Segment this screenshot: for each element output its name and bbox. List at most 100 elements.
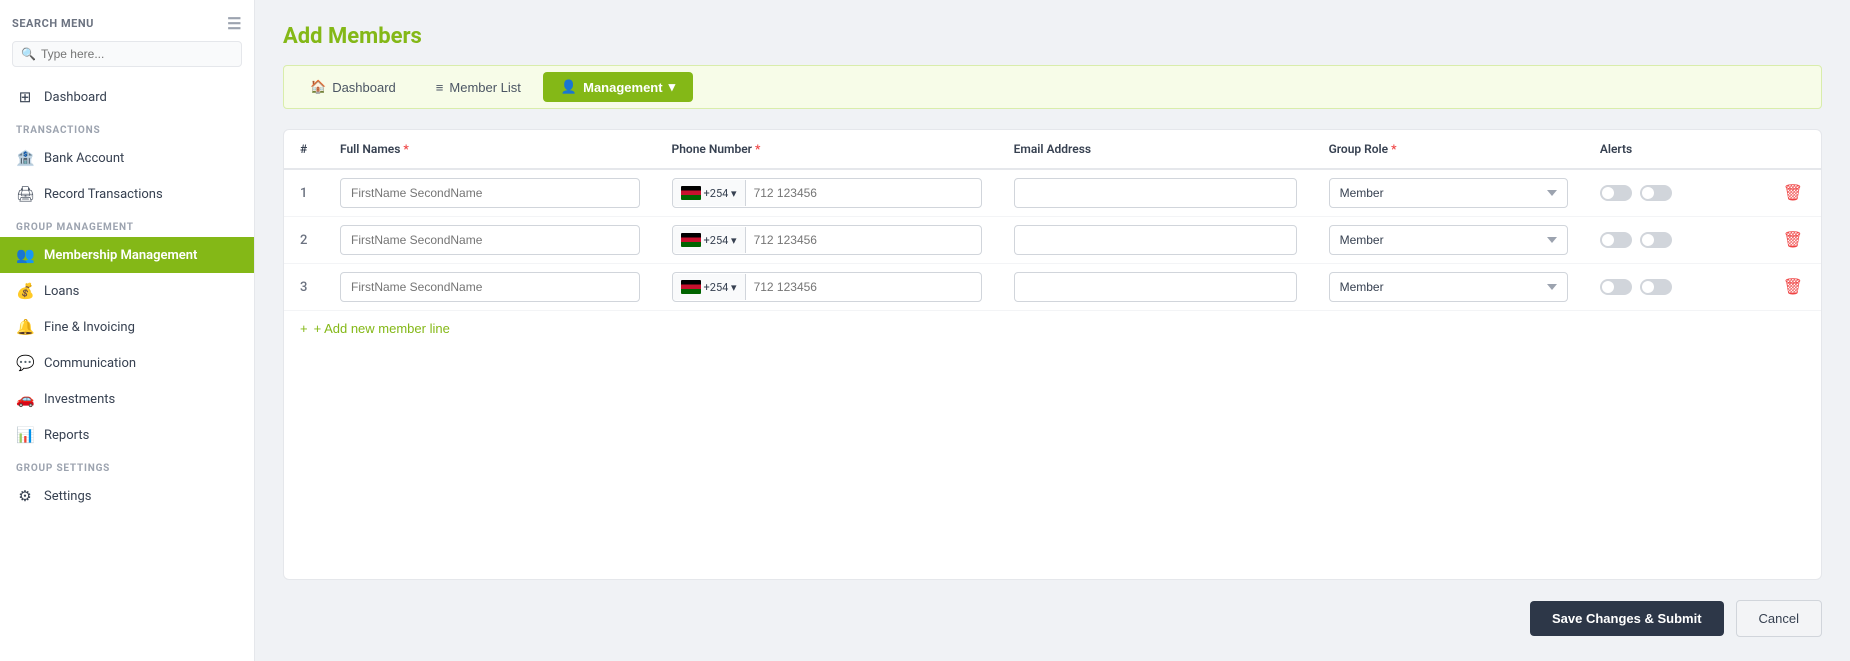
- list-icon: ≡: [436, 80, 444, 95]
- search-icon: 🔍: [21, 47, 36, 61]
- chevron-down-icon: ▾: [669, 79, 676, 95]
- sidebar-item-label: Fine & Invoicing: [44, 320, 135, 335]
- tab-management[interactable]: 👤 Management ▾: [543, 72, 693, 102]
- delete-row-button[interactable]: 🗑: [1781, 228, 1805, 252]
- group-role-select[interactable]: MemberAdminTreasurerSecretary: [1329, 272, 1568, 302]
- col-phone-number: Phone Number *: [656, 130, 998, 169]
- plus-icon: +: [300, 321, 308, 336]
- settings-icon: ⚙: [16, 487, 34, 505]
- email-input[interactable]: [1014, 225, 1297, 255]
- search-section: SEARCH MENU ☰ 🔍: [0, 0, 254, 75]
- record-icon: 🖨: [16, 185, 34, 203]
- phone-field: +254 ▾: [672, 225, 982, 255]
- members-table: # Full Names * Phone Number * Email Addr…: [284, 130, 1821, 311]
- delete-row-button[interactable]: 🗑: [1781, 275, 1805, 299]
- col-group-role: Group Role *: [1313, 130, 1584, 169]
- sidebar-item-membership-management[interactable]: 👥 Membership Management: [0, 237, 254, 273]
- alert-toggle-2[interactable]: [1640, 232, 1672, 248]
- sidebar-item-label: Loans: [44, 284, 79, 299]
- row-number: 2: [284, 217, 324, 264]
- save-changes-submit-button[interactable]: Save Changes & Submit: [1530, 601, 1724, 636]
- tab-member-list[interactable]: ≡ Member List: [418, 73, 539, 102]
- dashboard-icon: ⊞: [16, 88, 34, 106]
- page-title: Add Members: [283, 24, 1822, 49]
- alert-toggle-2[interactable]: [1640, 185, 1672, 201]
- sidebar-item-label: Membership Management: [44, 248, 197, 263]
- col-actions: [1765, 130, 1821, 169]
- tab-label: Member List: [449, 80, 521, 95]
- tabs-bar: 🏠 Dashboard ≡ Member List 👤 Management ▾: [283, 65, 1822, 109]
- sidebar-item-label: Settings: [44, 489, 91, 504]
- hamburger-icon[interactable]: ☰: [227, 14, 242, 33]
- tab-label: Management: [583, 80, 662, 95]
- search-input[interactable]: [41, 47, 233, 61]
- sidebar-item-investments[interactable]: 🚗 Investments: [0, 381, 254, 417]
- reports-icon: 📊: [16, 426, 34, 444]
- phone-number-input[interactable]: [746, 273, 866, 301]
- phone-number-input[interactable]: [746, 226, 866, 254]
- sidebar-item-label: Communication: [44, 356, 136, 371]
- full-name-input[interactable]: [340, 225, 640, 255]
- members-table-container: # Full Names * Phone Number * Email Addr…: [283, 129, 1822, 580]
- sidebar-item-communication[interactable]: 💬 Communication: [0, 345, 254, 381]
- phone-code: +254 ▾: [704, 281, 737, 294]
- email-input[interactable]: [1014, 272, 1297, 302]
- fine-icon: 🔔: [16, 318, 34, 336]
- search-box: 🔍: [12, 41, 242, 67]
- main-content: Add Members 🏠 Dashboard ≡ Member List 👤 …: [255, 0, 1850, 661]
- alerts-cell: [1600, 232, 1749, 248]
- sidebar-item-loans[interactable]: 💰 Loans: [0, 273, 254, 309]
- col-email-address: Email Address: [998, 130, 1313, 169]
- full-name-input[interactable]: [340, 272, 640, 302]
- sidebar: SEARCH MENU ☰ 🔍 ⊞ Dashboard TRANSACTIONS…: [0, 0, 255, 661]
- communication-icon: 💬: [16, 354, 34, 372]
- sidebar-item-reports[interactable]: 📊 Reports: [0, 417, 254, 453]
- bank-icon: 🏦: [16, 149, 34, 167]
- phone-code: +254 ▾: [704, 234, 737, 247]
- col-hash: #: [284, 130, 324, 169]
- sidebar-item-label: Bank Account: [44, 151, 124, 166]
- kenya-flag-icon: [681, 233, 701, 247]
- phone-flag-dropdown[interactable]: +254 ▾: [673, 180, 746, 206]
- bottom-actions: Save Changes & Submit Cancel: [283, 600, 1822, 637]
- delete-row-button[interactable]: 🗑: [1781, 181, 1805, 205]
- phone-flag-dropdown[interactable]: +254 ▾: [673, 274, 746, 300]
- alert-toggle-1[interactable]: [1600, 185, 1632, 201]
- search-menu-label: SEARCH MENU ☰: [12, 14, 242, 33]
- email-input[interactable]: [1014, 178, 1297, 208]
- group-role-select[interactable]: MemberAdminTreasurerSecretary: [1329, 178, 1568, 208]
- col-full-names: Full Names *: [324, 130, 656, 169]
- alert-toggle-1[interactable]: [1600, 232, 1632, 248]
- group-role-select[interactable]: MemberAdminTreasurerSecretary: [1329, 225, 1568, 255]
- kenya-flag-icon: [681, 280, 701, 294]
- kenya-flag-icon: [681, 186, 701, 200]
- add-line-label: + Add new member line: [314, 321, 450, 336]
- sidebar-item-bank-account[interactable]: 🏦 Bank Account: [0, 140, 254, 176]
- user-icon: 👤: [561, 79, 577, 95]
- sidebar-item-fine-invoicing[interactable]: 🔔 Fine & Invoicing: [0, 309, 254, 345]
- sidebar-item-dashboard[interactable]: ⊞ Dashboard: [0, 79, 254, 115]
- phone-code: +254 ▾: [704, 187, 737, 200]
- table-row: 3 +254 ▾ MemberAdminTreasurerSecretary 🗑: [284, 264, 1821, 311]
- tab-label: Dashboard: [332, 80, 396, 95]
- table-row: 1+254 ▾MemberAdminTreasurerSecretary🗑: [284, 169, 1821, 217]
- alerts-cell: [1600, 185, 1749, 201]
- sidebar-item-record-transactions[interactable]: 🖨 Record Transactions: [0, 176, 254, 212]
- section-label-transactions: TRANSACTIONS: [0, 115, 254, 140]
- full-name-input[interactable]: [340, 178, 640, 208]
- section-label-group-management: GROUP MANAGEMENT: [0, 212, 254, 237]
- alert-toggle-2[interactable]: [1640, 279, 1672, 295]
- row-number: 3: [284, 264, 324, 311]
- sidebar-item-label: Record Transactions: [44, 187, 163, 202]
- home-icon: 🏠: [310, 79, 326, 95]
- tab-dashboard[interactable]: 🏠 Dashboard: [292, 72, 414, 102]
- alert-toggle-1[interactable]: [1600, 279, 1632, 295]
- cancel-button[interactable]: Cancel: [1736, 600, 1822, 637]
- sidebar-item-settings[interactable]: ⚙ Settings: [0, 478, 254, 514]
- table-row: 2 +254 ▾ MemberAdminTreasurerSecretary 🗑: [284, 217, 1821, 264]
- col-alerts: Alerts: [1584, 130, 1765, 169]
- phone-number-input[interactable]: [746, 179, 866, 207]
- add-new-member-line-button[interactable]: + + Add new member line: [284, 311, 466, 346]
- sidebar-item-label: Dashboard: [44, 90, 107, 105]
- phone-flag-dropdown[interactable]: +254 ▾: [673, 227, 746, 253]
